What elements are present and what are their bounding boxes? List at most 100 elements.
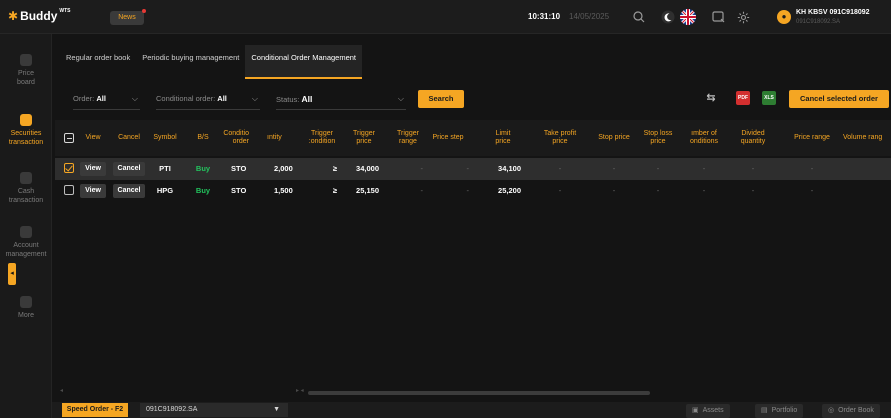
col-header-text: price [356, 138, 372, 145]
swap-icon[interactable]: ⇆ [704, 91, 718, 105]
table-row[interactable]: View Cancel HPG Buy STO 1,500 ≥ 25,150 -… [55, 180, 891, 202]
speed-order-button[interactable]: Speed Order - F2 [62, 403, 128, 417]
limit-price-cell: 34,100 [498, 164, 521, 173]
scroll-left-icon[interactable]: ◂ [60, 387, 63, 394]
sidebar-label: transaction [8, 139, 44, 146]
view-button[interactable]: View [80, 184, 106, 198]
col-header-text: Take profit [543, 130, 577, 137]
news-button[interactable]: News [110, 9, 146, 25]
col-header-take-profit-price: Take profit price [535, 120, 585, 156]
conditional-order-filter-dropdown[interactable]: Conditional order: All ⌵ [156, 88, 260, 110]
order-filter-value: All [96, 94, 106, 103]
sidebar-label: More [18, 312, 34, 319]
col-header-cancel: Cancel [113, 120, 145, 156]
cancel-order-button[interactable]: Cancel [113, 162, 145, 176]
conditional-order-cell: STO [231, 186, 247, 195]
search-icon[interactable] [631, 9, 647, 25]
col-header-text: Volume rang [843, 134, 883, 141]
price-range-cell: - [810, 164, 814, 173]
trigger-price-cell: 25,150 [356, 186, 379, 195]
row-checkbox[interactable] [64, 163, 74, 173]
col-header-text: Cancel [118, 134, 140, 141]
col-header-text: range [399, 138, 417, 145]
symbol-cell: PTI [159, 164, 171, 173]
quantity-cell: 1,500 [274, 186, 293, 195]
sidebar-item-account-management[interactable]: Account management [0, 226, 52, 259]
col-header-text: Trigger [353, 130, 375, 137]
col-header-text: Conditio [223, 130, 249, 137]
col-header-trigger-condition: Trigger:ondition [303, 120, 341, 156]
tab-bar: Regular order book Periodic buying manag… [60, 45, 363, 79]
select-all-checkbox[interactable] [64, 133, 74, 143]
more-icon [20, 296, 32, 308]
account-subaccount: 091C918092.SA [796, 19, 841, 25]
news-label: News [118, 14, 136, 21]
col-header-text: Trigger [397, 130, 419, 137]
portfolio-label: Portfolio [771, 407, 798, 414]
take-profit-price-cell: - [558, 186, 562, 195]
excel-export-icon[interactable]: XLS [762, 91, 776, 105]
sidebar-item-securities-transaction[interactable]: Securities transaction [0, 114, 52, 147]
chevron-down-icon: ⌵ [397, 94, 404, 103]
account-name[interactable]: KH KBSV 091C918092 [796, 9, 870, 16]
col-header-text: Stop price [598, 134, 630, 141]
tab-periodic-buying-management[interactable]: Periodic buying management [136, 45, 245, 79]
row-checkbox[interactable] [64, 185, 74, 195]
bs-cell: Buy [195, 186, 211, 195]
chevron-down-icon: ⌵ [131, 94, 138, 103]
logo-badge: WTS [59, 8, 71, 14]
portfolio-button[interactable]: ▤ Portfolio [755, 404, 804, 418]
table-row[interactable]: View Cancel PTI Buy STO 2,000 ≥ 34,000 -… [55, 158, 891, 180]
portfolio-icon: ▤ [761, 407, 768, 414]
dark-mode-icon[interactable] [660, 9, 676, 25]
cancel-order-button[interactable]: Cancel [113, 184, 145, 198]
sidebar-label: Securities [10, 130, 42, 137]
search-button[interactable]: Search [418, 90, 464, 108]
horizontal-scrollbar[interactable] [308, 391, 650, 395]
clock: 10:31:10 [528, 12, 561, 21]
sidebar-item-price-board[interactable]: Price board [0, 54, 52, 87]
date: 14/05/2025 [569, 12, 610, 21]
sidebar-collapse-button[interactable]: ◂ [8, 263, 16, 285]
tab-conditional-order-management[interactable]: Conditional Order Management [245, 45, 363, 79]
number-of-conditions-cell: - [702, 186, 706, 195]
user-avatar-icon[interactable]: ● [777, 10, 791, 24]
tab-regular-order-book[interactable]: Regular order book [60, 45, 136, 79]
sidebar-label: Account [13, 242, 39, 249]
order-filter-label: Order: [73, 94, 95, 103]
order-book-button[interactable]: ◎ Order Book [822, 404, 880, 418]
account-select[interactable]: 091C918092.SA ▼ [140, 403, 288, 417]
col-header-trigger-price: Trigger price [347, 120, 381, 156]
logo-text: Buddy [20, 9, 58, 23]
col-header-text: price [552, 138, 568, 145]
col-header-view: View [79, 120, 107, 156]
quantity-cell: 2,000 [274, 164, 293, 173]
cancel-selected-order-button[interactable]: Cancel selected order [789, 90, 889, 108]
price-board-icon [20, 54, 32, 66]
view-button[interactable]: View [80, 162, 106, 176]
col-header-text: Price step [432, 134, 464, 141]
price-step-cell: - [466, 186, 470, 195]
bs-cell: Buy [195, 164, 211, 173]
securities-transaction-icon [20, 114, 32, 126]
col-header-bs: B/S [192, 120, 214, 156]
sidebar-label: board [17, 79, 35, 86]
col-header-number-of-conditions: ımber of onditions [684, 120, 724, 156]
col-header-text: Stop loss [643, 130, 673, 137]
sidebar-item-cash-transaction[interactable]: Cash transaction [0, 172, 52, 205]
col-header-text: Symbol [153, 134, 177, 141]
scroll-arrows-icon[interactable]: ▸ ◂ [296, 387, 304, 394]
uk-flag-icon[interactable] [680, 9, 696, 25]
status-filter-dropdown[interactable]: Status: All ⌵ [276, 88, 406, 110]
pdf-export-icon[interactable]: PDF [736, 91, 750, 105]
buddy-logo[interactable]: ✱ Buddy WTS [8, 8, 71, 23]
stop-price-cell: - [612, 164, 616, 173]
logo-mark-icon: ✱ [8, 9, 19, 23]
otp-icon[interactable] [711, 9, 727, 25]
order-filter-dropdown[interactable]: Order: All ⌵ [73, 88, 140, 110]
col-header-stop-price: Stop price [592, 120, 636, 156]
assets-button[interactable]: ▣ Assets [686, 404, 730, 418]
settings-gear-icon[interactable] [735, 9, 751, 25]
col-header-text: onditions [689, 138, 719, 145]
sidebar-item-more[interactable]: More [0, 296, 52, 320]
